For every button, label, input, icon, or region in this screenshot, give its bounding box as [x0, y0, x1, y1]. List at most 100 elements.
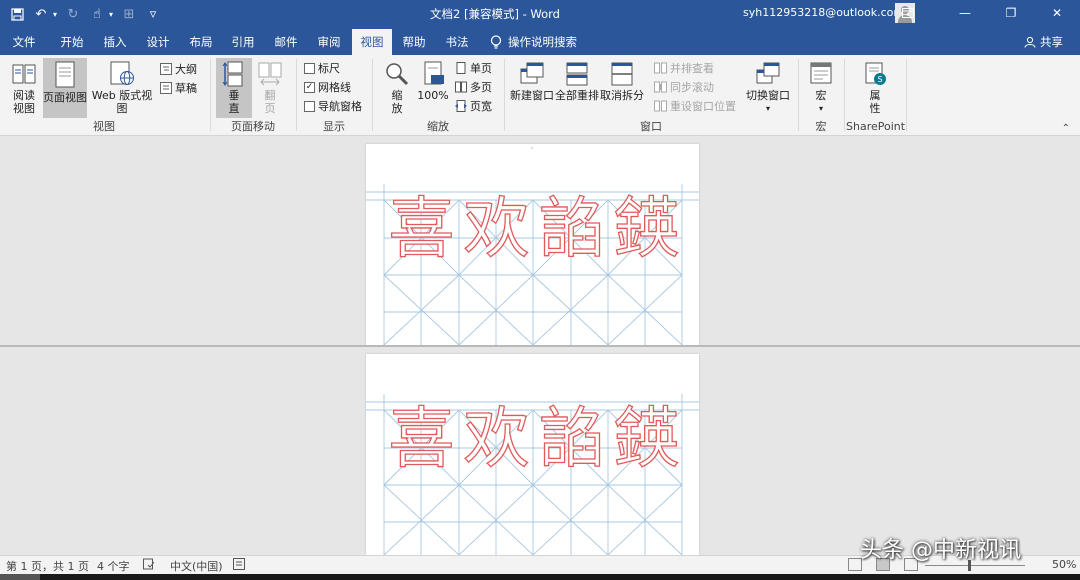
side-to-side-label: 翻 页	[264, 89, 276, 115]
tab-view[interactable]: 视图	[352, 29, 392, 55]
switch-windows-button[interactable]: 切换窗口 ▾	[745, 58, 791, 118]
share-button[interactable]: 共享	[1024, 29, 1063, 55]
page-2-text[interactable]: 喜 欢 諂 鍈	[384, 400, 684, 477]
tab-review[interactable]: 审阅	[309, 29, 349, 55]
separator	[798, 59, 799, 131]
account-email[interactable]: syh112953218@outlook.com	[743, 0, 904, 29]
person-icon	[1024, 36, 1036, 48]
page-separator	[0, 345, 1080, 347]
arrange-all-button[interactable]: 全部重排	[555, 58, 599, 118]
vertical-button[interactable]: 垂 直	[216, 58, 252, 118]
read-mode-button[interactable]: 阅读 视图	[6, 58, 42, 118]
gridlines-checkbox[interactable]: ✓ 网格线	[304, 78, 351, 96]
tab-insert[interactable]: 插入	[95, 29, 135, 55]
zoom-100-label: 100%	[417, 89, 449, 102]
grid-character: 欢	[463, 190, 530, 267]
grid-character: 欢	[463, 400, 530, 477]
proofing-icon[interactable]	[143, 558, 155, 573]
outline-button[interactable]: 大纲	[160, 60, 197, 78]
tab-design[interactable]: 设计	[138, 29, 178, 55]
tell-me-search[interactable]: 操作说明搜索	[490, 29, 577, 55]
zoom-slider[interactable]	[925, 560, 1025, 571]
zoom-100-button[interactable]: 100%	[415, 58, 451, 118]
ruler-check-box[interactable]	[304, 62, 315, 74]
macro-record-icon[interactable]	[233, 558, 245, 573]
gridlines-label: 网格线	[318, 81, 351, 94]
collapse-ribbon-icon[interactable]: ⌃	[1062, 123, 1070, 134]
touch-dropdown-icon[interactable]: ▾	[106, 4, 116, 26]
arrange-all-icon	[566, 62, 588, 86]
tab-home[interactable]: 开始	[52, 29, 92, 55]
properties-button[interactable]: S 属 性	[856, 58, 894, 118]
lightbulb-icon	[490, 34, 502, 49]
tab-mailings[interactable]: 邮件	[266, 29, 306, 55]
outline-label: 大纲	[175, 63, 197, 76]
split-label: 取消拆分	[600, 89, 644, 102]
tab-calligraphy[interactable]: 书法	[437, 29, 477, 55]
sync-scroll-button[interactable]: 同步滚动	[654, 78, 714, 96]
restore-icon[interactable]: ❐	[988, 0, 1034, 26]
tab-file[interactable]: 文件	[6, 29, 42, 55]
page-1[interactable]: 喜 欢 諂 鍈	[366, 144, 699, 345]
view-side-by-side-button[interactable]: 并排查看	[654, 59, 714, 77]
zoom-button[interactable]: 缩 放	[380, 58, 414, 118]
save-icon[interactable]	[6, 4, 28, 26]
page-count[interactable]: 第 1 页，共 1 页	[6, 558, 89, 574]
side-to-side-button[interactable]: 翻 页	[252, 58, 288, 118]
reset-window-position-button[interactable]: 重设窗口位置	[654, 97, 736, 115]
undo-icon[interactable]: ↶	[30, 4, 52, 26]
document-area[interactable]: 喜 欢 諂 鍈 喜 欢 諂 鍈	[0, 136, 1080, 555]
arrange-all-label: 全部重排	[555, 89, 599, 102]
touch-mode-icon[interactable]: ☝	[86, 4, 108, 26]
redo-icon[interactable]: ↻	[62, 4, 84, 26]
customize-qat-icon[interactable]: ▿	[142, 4, 164, 26]
language[interactable]: 中文(中国)	[170, 558, 223, 574]
tab-help[interactable]: 帮助	[395, 29, 433, 55]
split-button[interactable]: 取消拆分	[600, 58, 644, 118]
gridlines-check-box[interactable]: ✓	[304, 81, 315, 93]
ribbon-tabs: 文件 开始 插入 设计 布局 引用 邮件 审阅 视图 帮助 书法 操作说明搜索 …	[0, 29, 1080, 55]
nav-pane-checkbox[interactable]: 导航窗格	[304, 97, 362, 115]
side-by-side-label: 并排查看	[670, 62, 714, 75]
minimize-icon[interactable]: —	[942, 0, 988, 26]
page-width-label: 页宽	[470, 100, 492, 113]
grid-character: 諂	[538, 400, 605, 477]
watermark: 头条 @中新视讯	[860, 538, 1021, 563]
tab-layout[interactable]: 布局	[181, 29, 221, 55]
ruler-checkbox[interactable]: 标尺	[304, 59, 340, 77]
separator	[844, 59, 845, 131]
draft-button[interactable]: 草稿	[160, 79, 197, 97]
side-pages-icon	[258, 62, 282, 86]
page-width-button[interactable]: 页宽	[455, 97, 492, 115]
web-layout-button[interactable]: Web 版式视图	[88, 58, 156, 118]
page-100-icon	[424, 61, 444, 85]
one-page-button[interactable]: 单页	[455, 59, 492, 77]
undo-dropdown-icon[interactable]: ▾	[50, 4, 60, 26]
web-layout-label: Web 版式视图	[91, 89, 153, 115]
page-1-text[interactable]: 喜 欢 諂 鍈	[384, 190, 684, 267]
nav-pane-check-box[interactable]	[304, 100, 315, 112]
new-window-button[interactable]: 新建窗口	[510, 58, 554, 118]
tab-references[interactable]: 引用	[224, 29, 262, 55]
separator	[906, 59, 907, 131]
page-width-icon	[455, 100, 467, 112]
zoom-group-label: 缩放	[427, 120, 449, 133]
grid-character: 喜	[388, 400, 455, 477]
macro-icon	[810, 62, 832, 84]
print-layout-button[interactable]: 页面视图	[43, 58, 87, 118]
chevron-down-icon: ▾	[765, 104, 770, 113]
zoom-level[interactable]: 50%	[1052, 558, 1076, 571]
multiple-pages-button[interactable]: 多页	[455, 78, 492, 96]
separator	[504, 59, 505, 131]
page-2[interactable]: 喜 欢 諂 鍈	[366, 354, 699, 555]
magnifier-icon	[386, 63, 409, 86]
word-count[interactable]: 4 个字	[97, 558, 130, 574]
ribbon-display-options-icon[interactable]	[888, 0, 928, 26]
outline-icon	[160, 63, 172, 75]
table-icon[interactable]: ⊞	[118, 4, 140, 26]
close-icon[interactable]: ✕	[1034, 0, 1080, 26]
sync-scroll-icon	[654, 81, 667, 93]
globe-page-icon	[110, 61, 134, 85]
one-page-label: 单页	[470, 62, 492, 75]
macros-button[interactable]: 宏 ▾	[804, 58, 838, 118]
